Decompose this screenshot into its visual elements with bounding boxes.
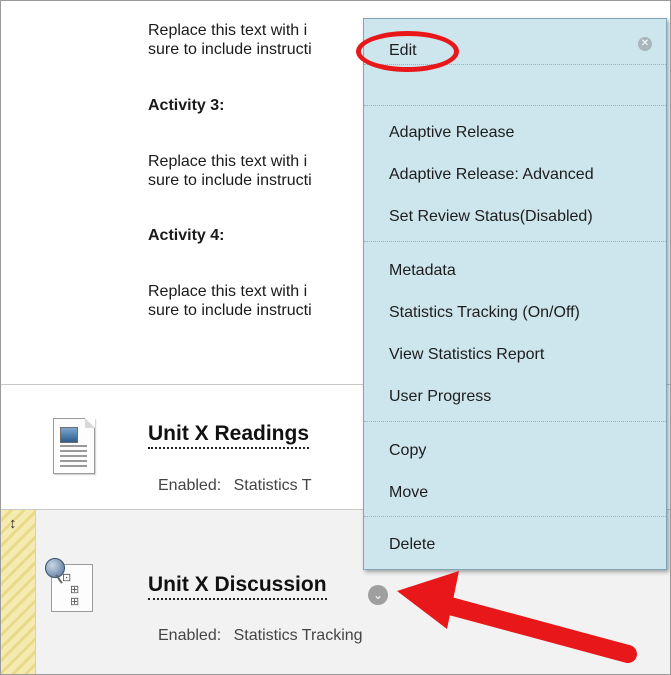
activity-text-line: sure to include instructi xyxy=(148,302,312,319)
document-icon xyxy=(53,418,95,474)
menu-item-adaptive-release[interactable]: Adaptive Release xyxy=(389,124,514,142)
activity-text-line: sure to include instructi xyxy=(148,172,312,189)
activity-4-heading: Activity 4: xyxy=(148,227,225,244)
menu-item-set-review-status[interactable]: Set Review Status(Disabled) xyxy=(389,208,593,226)
menu-item-view-statistics-report[interactable]: View Statistics Report xyxy=(389,346,544,364)
details-label: Enabled: xyxy=(158,627,222,644)
item-title-link[interactable]: Unit X Discussion xyxy=(148,573,327,600)
drag-strip[interactable]: ↕ xyxy=(1,510,36,674)
menu-item-user-progress[interactable]: User Progress xyxy=(389,388,491,406)
item-title-link[interactable]: Unit X Readings xyxy=(148,422,310,449)
activity-text-line: Replace this text with i xyxy=(148,153,308,170)
menu-separator xyxy=(364,421,666,422)
activity-text-line: Replace this text with i xyxy=(148,22,308,39)
menu-item-copy[interactable]: Copy xyxy=(389,442,426,460)
item-details: Enabled: Statistics Tracking xyxy=(158,627,363,645)
activity-3-heading: Activity 3: xyxy=(148,97,225,114)
menu-item-delete[interactable]: Delete xyxy=(389,536,435,554)
menu-item-statistics-tracking[interactable]: Statistics Tracking (On/Off) xyxy=(389,304,580,322)
menu-separator xyxy=(364,241,666,242)
activity-text-line: Replace this text with i xyxy=(148,283,308,300)
drag-handle-icon[interactable]: ↕ xyxy=(9,516,17,531)
menu-item-move[interactable]: Move xyxy=(389,484,428,502)
details-value: Statistics Tracking xyxy=(233,627,363,644)
menu-item-metadata[interactable]: Metadata xyxy=(389,262,456,280)
close-icon[interactable]: ✕ xyxy=(638,37,652,51)
details-label: Enabled: xyxy=(158,477,222,494)
edit-highlight-circle xyxy=(356,31,459,72)
activity-text-line: sure to include instructi xyxy=(148,41,312,58)
item-details: Enabled: Statistics T xyxy=(158,477,312,495)
details-value: Statistics T xyxy=(233,477,312,494)
context-menu: ✕ Edit Adaptive Release Adaptive Release… xyxy=(363,18,667,570)
menu-separator xyxy=(364,516,666,517)
menu-item-adaptive-release-advanced[interactable]: Adaptive Release: Advanced xyxy=(389,166,594,184)
chevron-down-icon[interactable]: ⌄ xyxy=(368,585,388,605)
menu-separator xyxy=(364,105,666,106)
content-area: Replace this text with i sure to include… xyxy=(0,0,671,675)
